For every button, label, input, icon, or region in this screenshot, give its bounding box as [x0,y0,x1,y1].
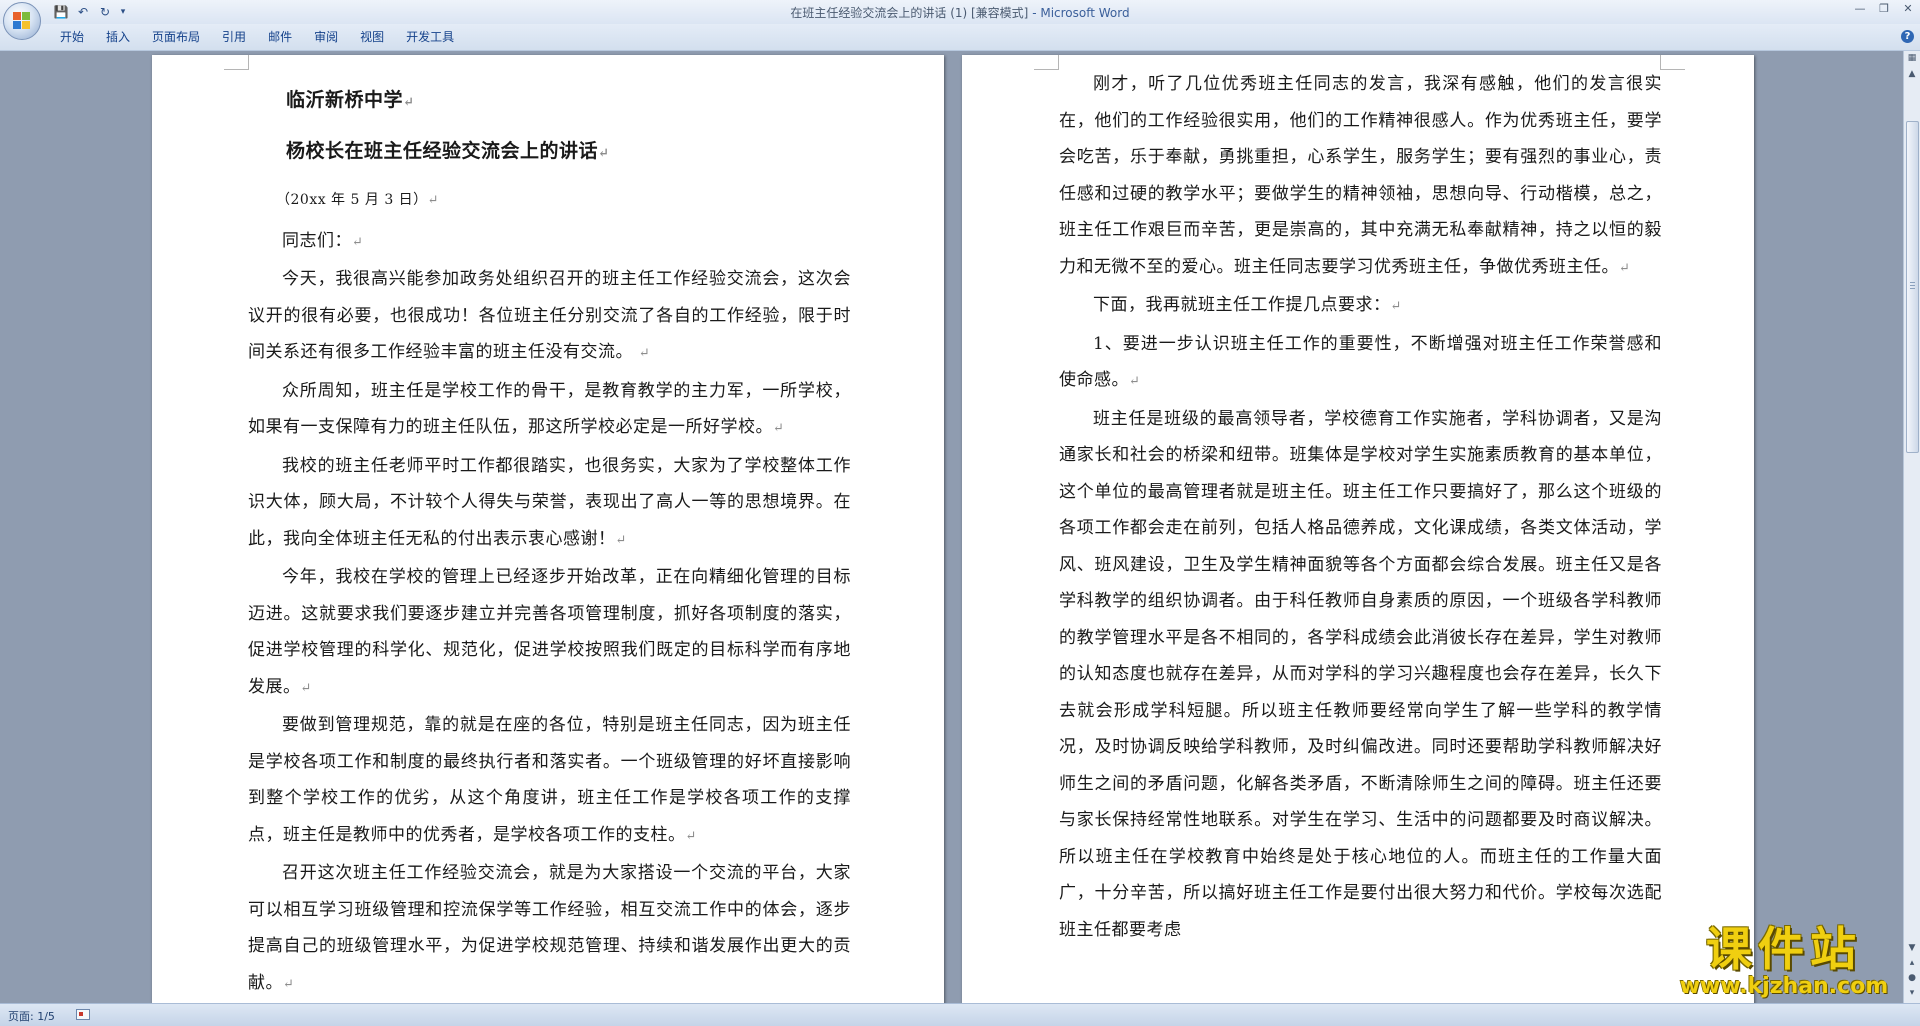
document-name: 在班主任经验交流会上的讲话 (1) [兼容模式] [790,6,1029,20]
maximize-button[interactable]: ❐ [1872,0,1896,18]
page-count[interactable]: 页面: 1/5 [8,1008,55,1024]
body-paragraph: 今年，我校在学校的管理上已经逐步开始改革，正在向精细化管理的目标迈进。这就要求我… [248,567,851,697]
page-2-text[interactable]: 刚才，听了几位优秀班主任同志的发言，我深有感触，他们的发言很实在，他们的工作经验… [1059,66,1662,948]
previous-page-icon[interactable]: ▴ [1905,956,1919,970]
body-paragraph: 下面，我再就班主任工作提几点要求：↵ [1093,295,1402,315]
corner-mark [1034,55,1059,70]
watermark-url: www.kjzhan.com [1679,974,1889,999]
body-paragraph: 要做到管理规范，靠的就是在座的各位，特别是班主任同志，因为班主任是学校各项工作和… [248,715,851,845]
office-logo-icon [13,12,31,30]
body-paragraph: 刚才，听了几位优秀班主任同志的发言，我深有感触，他们的发言很实在，他们的工作经验… [1059,74,1662,277]
tab-page-layout[interactable]: 页面布局 [144,29,214,45]
next-page-icon[interactable]: ▾ [1905,986,1919,1000]
document-page-1[interactable]: 临沂新桥中学↵ 杨校长在班主任经验交流会上的讲话↵ （20xx 年 5 月 3 … [152,55,944,1003]
body-paragraph: 召开这次班主任工作经验交流会，就是为大家搭设一个交流的平台，大家可以相互学习班级… [248,863,851,993]
page-1-text[interactable]: 临沂新桥中学↵ 杨校长在班主任经验交流会上的讲话↵ （20xx 年 5 月 3 … [248,76,851,1003]
window-title: 在班主任经验交流会上的讲话 (1) [兼容模式] - Microsoft Wor… [0,4,1920,21]
scroll-thumb[interactable] [1906,121,1919,453]
body-paragraph: 我校的班主任老师平时工作都很踏实，也很务实，大家为了学校整体工作识大体，顾大局，… [248,455,851,549]
scroll-down-icon[interactable]: ▼ [1905,941,1919,955]
body-paragraph: 众所周知，班主任是学校工作的骨干，是教育教学的主力军，一所学校，如果有一支保障有… [248,380,851,438]
vertical-scrollbar[interactable]: ▦ ▲ ▼ ▴ ● ▾ [1903,51,1920,1003]
tab-view[interactable]: 视图 [352,29,398,45]
ruler-toggle-icon[interactable]: ▦ [1905,51,1919,65]
window-controls: — ❐ ✕ [1848,0,1920,18]
document-date: （20xx 年 5 月 3 日）↵ [276,192,439,208]
body-paragraph: 1、要进一步认识班主任工作的重要性，不断增强对班主任工作荣誉感和使命感。↵ [1059,333,1662,391]
tab-mailings[interactable]: 邮件 [260,29,306,45]
minimize-button[interactable]: — [1848,0,1872,18]
status-bar: 页面: 1/5 [0,1003,1920,1026]
tab-home[interactable]: 开始 [52,29,98,45]
salutation: 同志们：↵ [282,231,363,251]
body-paragraph: 今天，我很高兴能参加政务处组织召开的班主任工作经验交流会，这次会议开的很有必要，… [248,269,851,362]
tab-developer[interactable]: 开发工具 [398,29,468,45]
close-button[interactable]: ✕ [1896,0,1920,18]
school-heading: 临沂新桥中学↵ [286,89,414,111]
ribbon-tab-bar: 开始 插入 页面布局 引用 邮件 审阅 视图 开发工具 ? [0,24,1920,51]
tab-insert[interactable]: 插入 [98,29,144,45]
tab-references[interactable]: 引用 [214,29,260,45]
corner-mark [224,55,249,70]
tab-review[interactable]: 审阅 [306,29,352,45]
browse-object-icon[interactable]: ● [1905,971,1919,985]
title-bar: 💾 ↶ ↻ ▾ 在班主任经验交流会上的讲话 (1) [兼容模式] - Micro… [0,0,1920,40]
corner-mark [1660,55,1685,70]
document-title: 杨校长在班主任经验交流会上的讲话↵ [286,140,609,162]
macro-record-icon[interactable] [76,1009,90,1020]
office-button[interactable] [3,2,41,40]
app-name: - Microsoft Word [1028,6,1130,20]
watermark-logo: 课件站 www.kjzhan.com [1668,923,1900,1003]
body-paragraph: 班主任是班级的最高领导者，学校德育工作实施者，学科协调者，又是沟通家长和社会的桥… [1059,408,1662,940]
document-workspace: 临沂新桥中学↵ 杨校长在班主任经验交流会上的讲话↵ （20xx 年 5 月 3 … [0,51,1904,1003]
document-page-2[interactable]: 刚才，听了几位优秀班主任同志的发言，我深有感触，他们的发言很实在，他们的工作经验… [962,55,1754,1003]
help-icon[interactable]: ? [1901,30,1914,43]
watermark-title: 课件站 [1706,922,1862,976]
scroll-up-icon[interactable]: ▲ [1905,67,1919,81]
